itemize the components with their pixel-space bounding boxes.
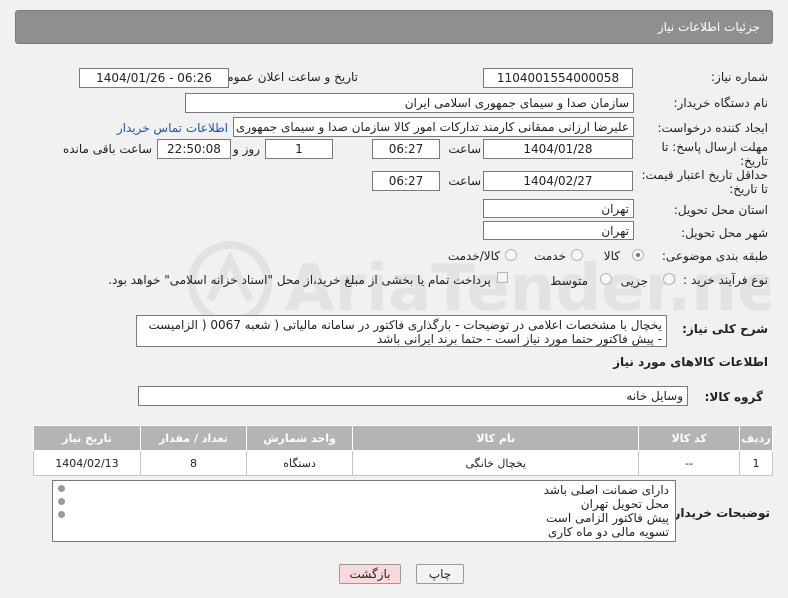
- category-option-goods: کالا: [603, 249, 620, 263]
- category-radio-service[interactable]: [571, 249, 583, 261]
- scroll-up-icon[interactable]: [58, 485, 65, 492]
- deadline-date-field: 1404/01/28: [483, 139, 633, 159]
- announce-field: 1404/01/26 - 06:26: [79, 68, 229, 88]
- deadline-label: مهلت ارسال پاسخ: تا: [661, 140, 768, 154]
- city-field: تهران: [483, 221, 634, 240]
- cell-unit: دستگاه: [245, 450, 354, 476]
- goods-group-label: گروه کالا:: [704, 390, 763, 404]
- category-option-both: کالا/خدمت: [447, 249, 500, 263]
- category-option-service: خدمت: [534, 249, 566, 263]
- cell-date: 1404/02/13: [33, 450, 141, 476]
- payment-note: پرداخت تمام یا بخشی از مبلغ خرید،از محل …: [108, 273, 491, 287]
- col-date: تاریخ نیاز: [33, 425, 141, 451]
- category-radio-goods[interactable]: [632, 249, 644, 261]
- buyer-note-line: محل تحویل تهران: [580, 497, 669, 511]
- min-price-label: حداقل تاریخ اعتبار قیمت:: [641, 168, 768, 182]
- need-number-label: شماره نیاز:: [711, 70, 768, 84]
- announce-label: تاریخ و ساعت اعلان عمومی:: [213, 70, 358, 84]
- min-price-label-date: تا تاریخ:: [729, 182, 768, 196]
- min-price-time-label: ساعت: [448, 174, 481, 188]
- min-price-date-field: 1404/02/27: [483, 171, 633, 191]
- deadline-time-field: 06:27: [372, 139, 440, 159]
- table-header-row: ردیف کد کالا نام کالا واحد شمارش تعداد /…: [33, 425, 773, 451]
- goods-group-field: وسایل خانه: [138, 386, 688, 406]
- scroll-down-icon[interactable]: [58, 511, 65, 518]
- process-radio-partial[interactable]: [663, 273, 675, 285]
- buyer-notes-label: توضیحات خریدار:: [668, 506, 770, 520]
- buyer-org-label: نام دستگاه خریدار:: [673, 96, 769, 110]
- process-option-medium: متوسط: [550, 274, 588, 288]
- table-row: 1 -- یخچال خانگی دستگاه 8 1404/02/13: [33, 450, 773, 476]
- print-button[interactable]: چاپ: [416, 564, 464, 584]
- city-label: شهر محل تحویل:: [681, 226, 768, 240]
- process-radio-medium[interactable]: [600, 273, 612, 285]
- col-row: ردیف: [739, 425, 773, 451]
- summary-field: یخچال با مشخصات اعلامی در توضیحات - بارگ…: [136, 315, 667, 347]
- cell-code: --: [638, 450, 741, 476]
- scroll-thumb-icon[interactable]: [58, 498, 65, 505]
- remaining-label: ساعت باقی مانده: [62, 142, 152, 156]
- buyer-note-line: تسویه مالی دو ماه کاری: [547, 525, 669, 539]
- page-header: جزئیات اطلاعات نیاز: [15, 10, 773, 44]
- buyer-notes-field[interactable]: دارای ضمانت اصلی باشد محل تحویل تهران پی…: [52, 480, 676, 542]
- goods-table: ردیف کد کالا نام کالا واحد شمارش تعداد /…: [33, 425, 773, 476]
- province-field: تهران: [483, 199, 634, 218]
- goods-info-title: اطلاعات کالاهای مورد نیاز: [613, 355, 768, 369]
- page-title: جزئیات اطلاعات نیاز: [657, 20, 760, 34]
- category-label: طبقه بندی موضوعی:: [661, 249, 768, 263]
- creator-field: علیرضا ارزانی ممقانی کارمند تدارکات امور…: [233, 117, 634, 137]
- deadline-label-date: تاریخ:: [740, 154, 768, 168]
- back-button[interactable]: بازگشت: [339, 564, 401, 584]
- summary-label: شرح کلی نیاز:: [682, 322, 768, 336]
- category-radio-both[interactable]: [505, 249, 517, 261]
- contact-info-link[interactable]: اطلاعات تماس خریدار: [117, 121, 228, 135]
- col-code: کد کالا: [638, 425, 741, 451]
- buyer-note-line: پیش فاکتور الزامی است: [546, 511, 669, 525]
- cell-qty: 8: [139, 450, 247, 476]
- min-price-time-field: 06:27: [372, 171, 440, 191]
- col-qty: تعداد / مقدار: [139, 425, 247, 451]
- need-number-field: 1104001554000058: [483, 68, 633, 88]
- buyer-org-field: سازمان صدا و سیمای جمهوری اسلامی ایران: [185, 93, 634, 113]
- treasury-checkbox[interactable]: [497, 272, 508, 283]
- days-label: روز و: [233, 142, 260, 156]
- province-label: استان محل تحویل:: [673, 203, 768, 217]
- days-field: 1: [265, 139, 333, 159]
- col-unit: واحد شمارش: [245, 425, 354, 451]
- creator-label: ایجاد کننده درخواست:: [657, 121, 768, 135]
- cell-name: یخچال خانگی: [352, 450, 640, 476]
- cell-row: 1: [739, 450, 773, 476]
- process-option-partial: جزیی: [620, 274, 648, 288]
- col-name: نام کالا: [352, 425, 640, 451]
- deadline-time-label: ساعت: [448, 142, 481, 156]
- process-label: نوع فرآیند خرید :: [683, 273, 768, 287]
- remaining-time-field: 22:50:08: [157, 139, 231, 159]
- buyer-note-line: دارای ضمانت اصلی باشد: [543, 483, 669, 497]
